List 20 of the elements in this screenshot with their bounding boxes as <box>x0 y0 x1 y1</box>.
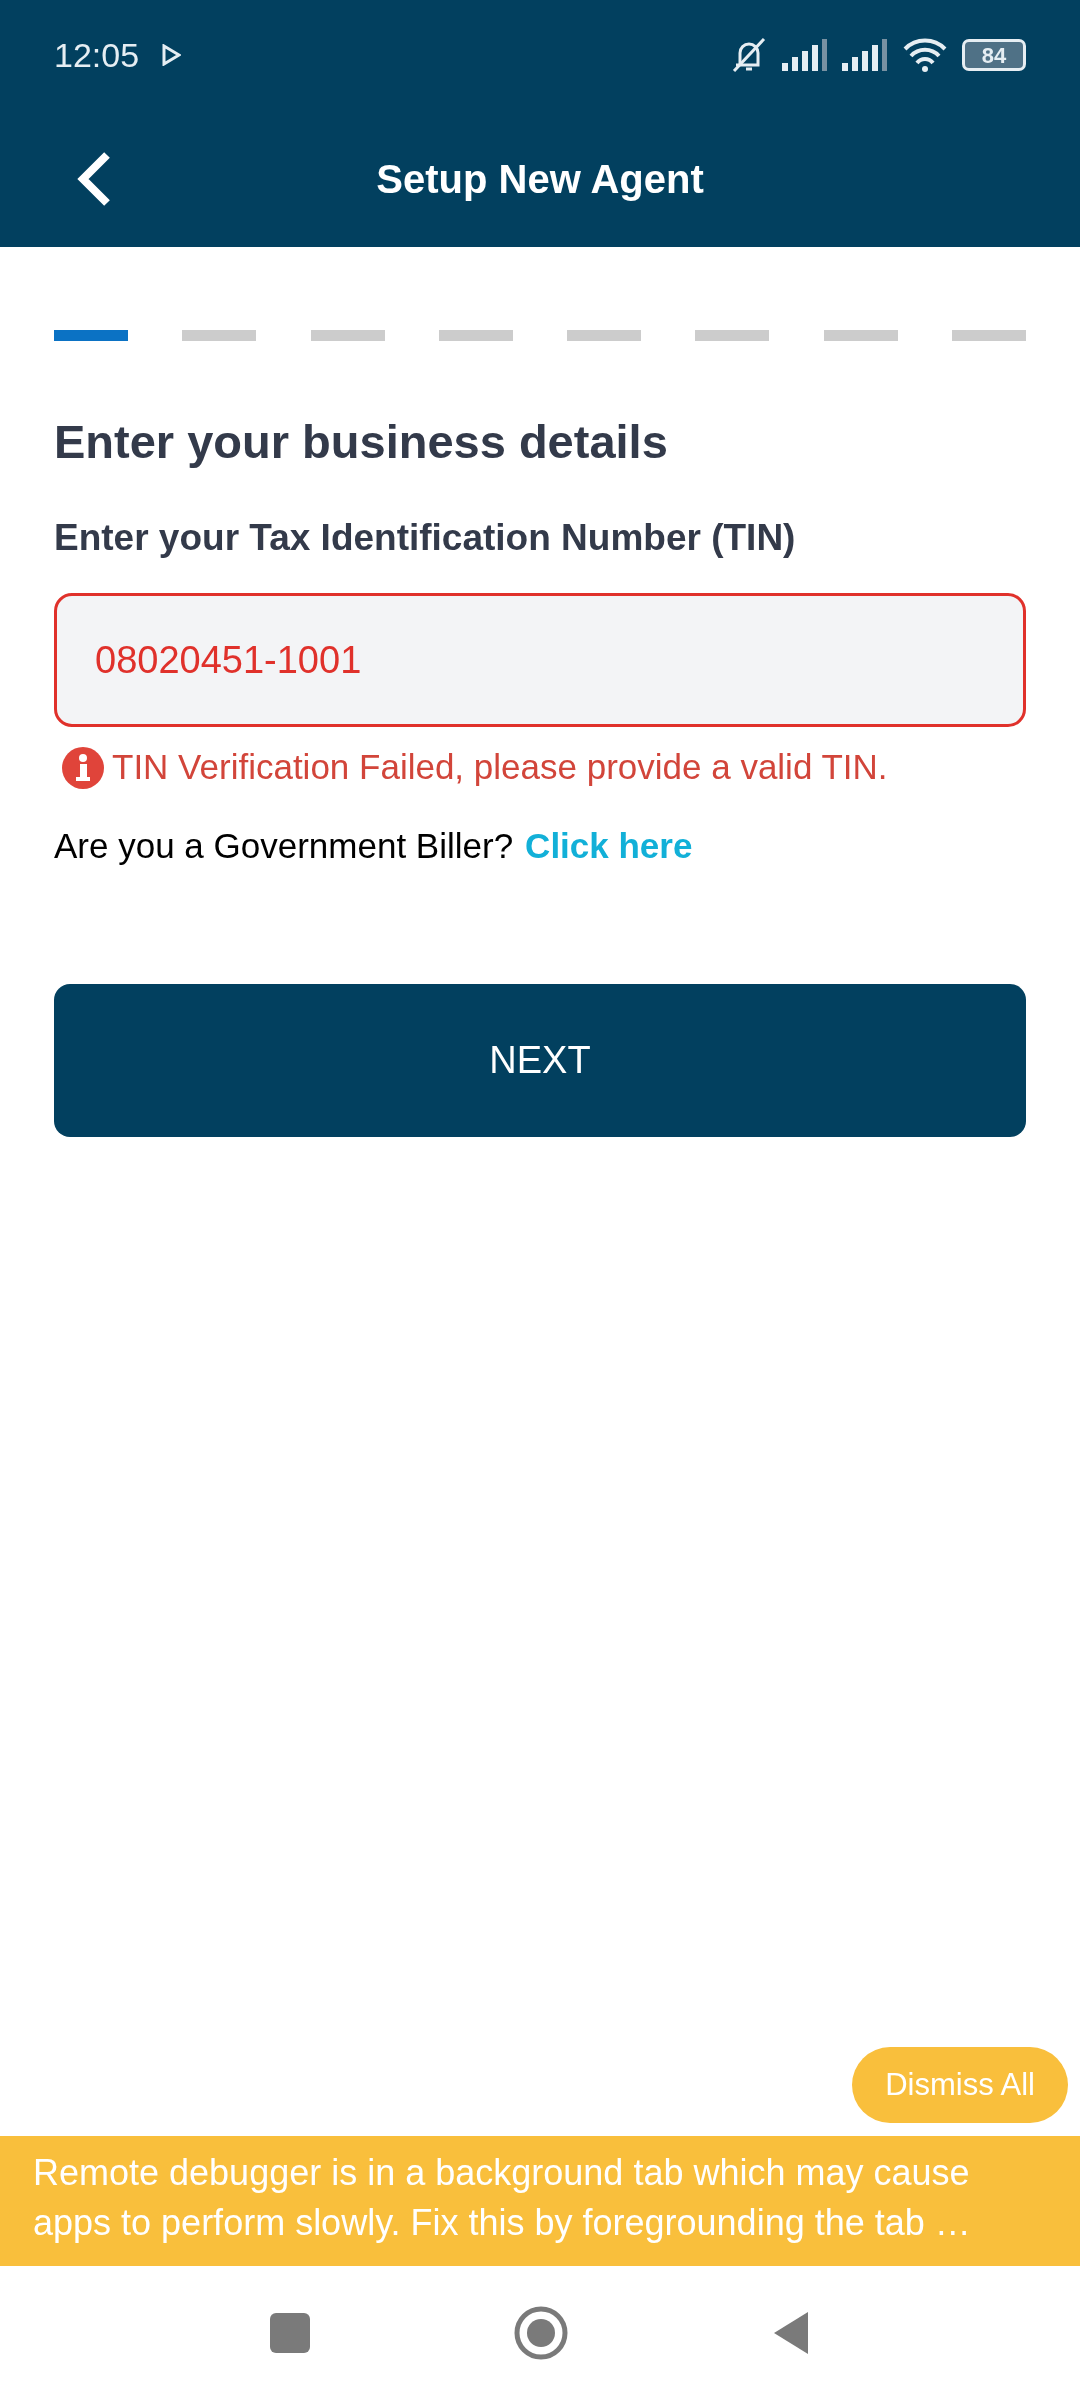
info-icon <box>62 746 104 789</box>
next-button[interactable]: NEXT <box>54 984 1026 1138</box>
error-message: TIN Verification Failed, please provide a valid TIN. <box>112 746 888 789</box>
home-icon[interactable] <box>514 2306 568 2360</box>
debugger-message: Remote debugger is in a background tab which may cause apps to perform slowly. Fix this by foregrounding the tab … <box>33 2151 972 2245</box>
signal-icon <box>842 39 888 71</box>
back-icon[interactable] <box>76 150 112 207</box>
battery-icon: 84 <box>962 39 1026 71</box>
status-time: 12:05 <box>54 34 140 76</box>
bell-off-icon <box>730 35 768 75</box>
page-heading: Enter your business details <box>54 414 669 470</box>
click-here-link[interactable]: Click here <box>525 819 693 873</box>
biller-question: Are you a Government Biller? <box>54 824 514 867</box>
play-icon <box>161 44 182 66</box>
signal-icon <box>782 39 828 71</box>
app-bar-title: Setup New Agent <box>376 155 704 203</box>
back-nav-icon[interactable] <box>772 2310 810 2356</box>
tin-input-field[interactable]: 08020451-1001 <box>54 593 1026 728</box>
field-label: Enter your Tax Identification Number (TIN) <box>54 515 797 560</box>
wifi-icon <box>902 37 948 73</box>
